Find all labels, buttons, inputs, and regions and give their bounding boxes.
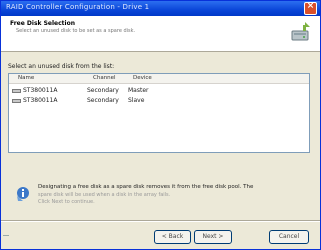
back-button[interactable]: < Back <box>154 230 191 244</box>
column-header-device[interactable]: Device <box>133 75 152 81</box>
next-button[interactable]: Next > <box>194 230 232 244</box>
hard-disk-icon <box>12 99 21 103</box>
header-title: Free Disk Selection <box>10 20 75 27</box>
header-subtitle: Select an unused disk to be set as a spa… <box>16 28 136 34</box>
table-row[interactable]: ST380011A Secondary Slave <box>9 96 309 105</box>
row-name: ST380011A <box>23 87 58 94</box>
window-title: RAID Controller Configuration - Drive 1 <box>6 3 150 11</box>
dialog-window: RAID Controller Configuration - Drive 1 … <box>0 0 321 250</box>
title-bar[interactable]: RAID Controller Configuration - Drive 1 … <box>1 1 320 16</box>
footer-divider <box>1 220 320 222</box>
row-device: Master <box>128 87 149 94</box>
row-device: Slave <box>128 97 145 104</box>
row-channel: Secondary <box>87 87 119 94</box>
cancel-button[interactable]: Cancel <box>269 230 309 244</box>
list-header: Name Channel Device <box>9 74 309 84</box>
info-icon <box>17 187 29 201</box>
row-channel: Secondary <box>87 97 119 104</box>
disk-config-icon <box>291 22 310 41</box>
footer-mark <box>3 235 9 240</box>
list-label: Select an unused disk from the list: <box>8 63 115 70</box>
close-icon: × <box>306 1 315 11</box>
column-header-channel[interactable]: Channel <box>93 75 116 81</box>
close-button[interactable]: × <box>304 1 317 15</box>
wizard-header: Free Disk Selection Select an unused dis… <box>1 16 320 52</box>
hard-disk-icon <box>12 89 21 93</box>
column-header-name[interactable]: Name <box>18 75 34 81</box>
disk-list[interactable]: Name Channel Device ST380011A Secondary … <box>8 73 310 153</box>
row-name: ST380011A <box>23 97 58 104</box>
info-message: Designating a free disk as a spare disk … <box>38 184 254 190</box>
table-row[interactable]: ST380011A Secondary Master <box>9 86 309 95</box>
info-message-line3: Click Next to continue. <box>38 199 95 205</box>
info-message-line2: spare disk will be used when a disk in t… <box>38 192 171 198</box>
